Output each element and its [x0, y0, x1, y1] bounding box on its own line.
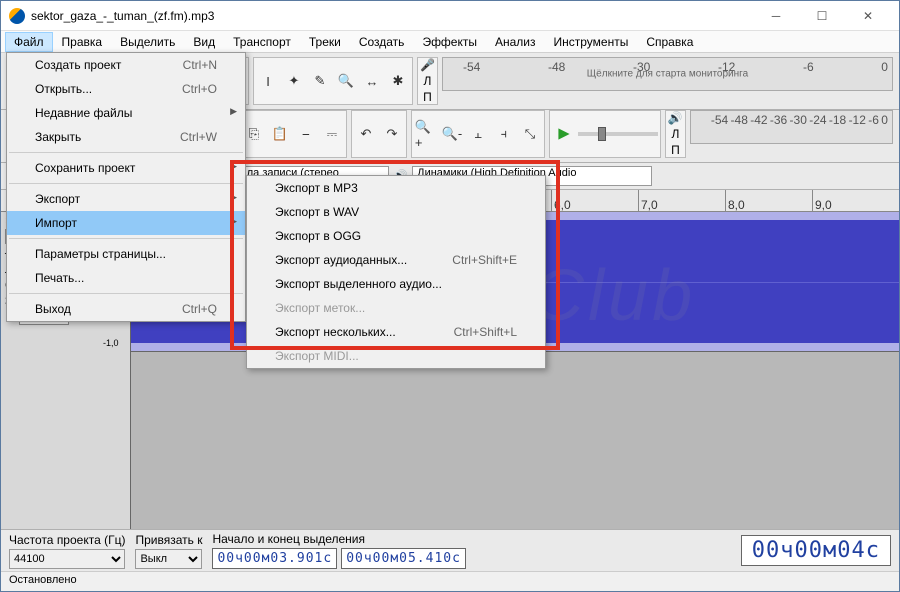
zoom-in-icon[interactable]: 🔍+ [414, 122, 438, 146]
meter-tick: -42 [750, 113, 767, 127]
fit-selection-icon[interactable]: ⫠ [466, 122, 490, 146]
minimize-button[interactable]: ─ [753, 1, 799, 31]
timeline-mark: 9,0 [812, 190, 899, 211]
timeline-mark: 7,0 [638, 190, 725, 211]
menu-item[interactable]: Недавние файлы [7, 101, 245, 125]
meter-tick: 0 [881, 60, 888, 74]
zoom-tool-icon[interactable]: 🔍 [334, 69, 358, 93]
menu-generate[interactable]: Создать [350, 32, 414, 52]
meter-tick: -6 [868, 113, 879, 127]
play-at-speed-toolbar [549, 110, 661, 158]
meter-tick: -54 [711, 113, 728, 127]
recording-meter[interactable]: -54 -48 -30 -12 -6 0 Щёлкните для старта… [442, 57, 893, 91]
selection-end[interactable]: 00ч00м05.410с [341, 548, 466, 569]
menubar: Файл Правка Выделить Вид Транспорт Треки… [1, 31, 899, 53]
play-speed-icon[interactable] [552, 122, 576, 146]
meter-tick: -48 [548, 60, 565, 74]
menu-view[interactable]: Вид [184, 32, 224, 52]
status-bar: Остановлено [1, 571, 899, 591]
meter-tick: 0 [881, 113, 888, 127]
envelope-tool-icon[interactable]: ✦ [282, 69, 306, 93]
menu-item[interactable]: Параметры страницы... [7, 242, 245, 266]
playback-meter[interactable]: -54 -48 -42 -36 -30 -24 -18 -12 -6 0 [690, 110, 893, 144]
menu-item[interactable]: Экспорт аудиоданных...Ctrl+Shift+E [247, 248, 545, 272]
meter-tick: -24 [809, 113, 826, 127]
selection-toolbar: Частота проекта (Гц) 44100 Привязать к В… [1, 529, 899, 571]
meter-tick: -6 [803, 60, 814, 74]
selection-start[interactable]: 00ч00м03.901с [212, 548, 337, 569]
rec-meter-label: 🎤ЛП [417, 57, 438, 105]
app-logo-icon [9, 8, 25, 24]
multi-tool-icon[interactable]: ✱ [386, 69, 410, 93]
play-speed-slider[interactable] [578, 132, 658, 136]
meter-tick: -12 [849, 113, 866, 127]
titlebar: sektor_gaza_-_tuman_(zf.fm).mp3 ─ ☐ ✕ [1, 1, 899, 31]
selection-tool-icon[interactable]: I [256, 69, 280, 93]
maximize-button[interactable]: ☐ [799, 1, 845, 31]
rate-label: Частота проекта (Гц) [9, 533, 125, 547]
menu-item[interactable]: Импорт [7, 211, 245, 235]
menu-item[interactable]: ВыходCtrl+Q [7, 297, 245, 321]
menu-item[interactable]: Экспорт выделенного аудио... [247, 272, 545, 296]
redo-icon[interactable]: ↷ [380, 122, 404, 146]
meter-click-msg: Щёлкните для старта мониторинга [587, 69, 748, 80]
audio-position[interactable]: 00ч00м04с [741, 535, 891, 566]
snap-label: Привязать к [135, 533, 202, 547]
zoom-toolbar: 🔍+ 🔍- ⫠ ⫞ ⤡ [411, 110, 545, 158]
meter-tick: -36 [770, 113, 787, 127]
menu-help[interactable]: Справка [637, 32, 702, 52]
zoom-out-icon[interactable]: 🔍- [440, 122, 464, 146]
menu-file[interactable]: Файл [5, 32, 53, 52]
menu-item[interactable]: Экспорт в WAV [247, 200, 545, 224]
menu-item[interactable]: Экспорт [7, 187, 245, 211]
scale-label: -1,0 [103, 338, 119, 348]
timeshift-tool-icon[interactable]: ↔ [360, 69, 384, 93]
menu-transport[interactable]: Транспорт [224, 32, 300, 52]
paste-icon[interactable]: 📋 [268, 122, 292, 146]
menu-edit[interactable]: Правка [53, 32, 112, 52]
menu-item[interactable]: Создать проектCtrl+N [7, 53, 245, 77]
close-button[interactable]: ✕ [845, 1, 891, 31]
menu-item[interactable]: ЗакрытьCtrl+W [7, 125, 245, 149]
timeline-mark: 8,0 [725, 190, 812, 211]
window-title: sektor_gaza_-_tuman_(zf.fm).mp3 [31, 9, 753, 23]
menu-item[interactable]: Печать... [7, 266, 245, 290]
menu-item[interactable]: Экспорт в MP3 [247, 176, 545, 200]
meter-tick: -48 [731, 113, 748, 127]
menu-item[interactable]: Сохранить проект [7, 156, 245, 180]
menu-item[interactable]: Экспорт нескольких...Ctrl+Shift+L [247, 320, 545, 344]
tools-toolbar: I ✦ ✎ 🔍 ↔ ✱ [253, 57, 413, 105]
meter-tick: -54 [463, 60, 480, 74]
meter-tick: -18 [829, 113, 846, 127]
snap-select[interactable]: Выкл [135, 549, 202, 569]
menu-tracks[interactable]: Треки [300, 32, 350, 52]
mic-icon: 🎤 [420, 58, 435, 72]
zoom-toggle-icon[interactable]: ⤡ [518, 122, 542, 146]
meter-tick: -30 [790, 113, 807, 127]
selection-label: Начало и конец выделения [212, 532, 730, 546]
undo-toolbar: ↶ ↷ [351, 110, 407, 158]
menu-item[interactable]: Открыть...Ctrl+O [7, 77, 245, 101]
timeline-mark: 6,0 [551, 190, 638, 211]
menu-select[interactable]: Выделить [111, 32, 184, 52]
file-menu-dropdown: Создать проектCtrl+NОткрыть...Ctrl+OНеда… [6, 52, 246, 322]
speaker-icon: 🔊 [668, 111, 683, 125]
menu-analyze[interactable]: Анализ [486, 32, 545, 52]
silence-icon[interactable]: ⎓ [320, 122, 344, 146]
menu-effects[interactable]: Эффекты [413, 32, 486, 52]
menu-item: Экспорт MIDI... [247, 344, 545, 368]
project-rate-select[interactable]: 44100 [9, 549, 125, 569]
trim-icon[interactable]: ⎯ [294, 122, 318, 146]
menu-item: Экспорт меток... [247, 296, 545, 320]
play-meter-label: 🔊ЛП [665, 110, 686, 158]
undo-icon[interactable]: ↶ [354, 122, 378, 146]
export-submenu: Экспорт в MP3Экспорт в WAVЭкспорт в OGGЭ… [246, 175, 546, 369]
menu-tools[interactable]: Инструменты [545, 32, 638, 52]
fit-project-icon[interactable]: ⫞ [492, 122, 516, 146]
draw-tool-icon[interactable]: ✎ [308, 69, 332, 93]
menu-item[interactable]: Экспорт в OGG [247, 224, 545, 248]
